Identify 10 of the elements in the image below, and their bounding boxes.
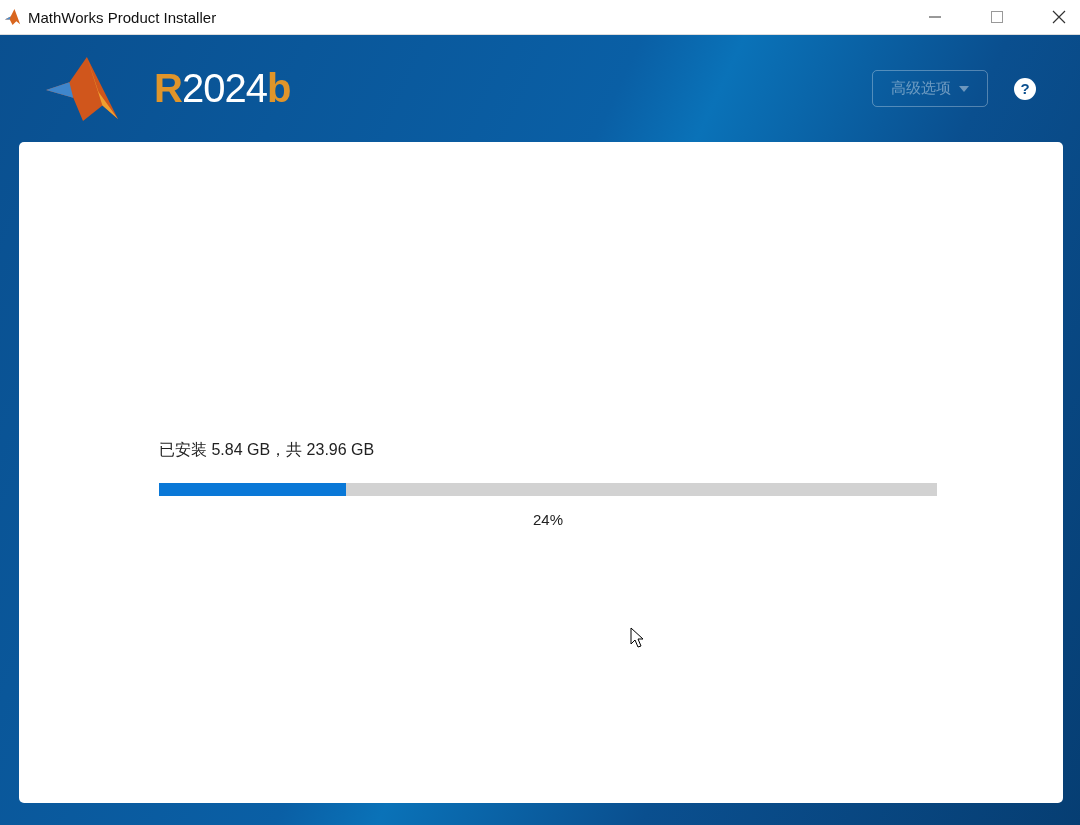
window-title: MathWorks Product Installer <box>28 8 217 26</box>
progress-percent: 24% <box>533 511 563 528</box>
progress-label: 已安装 5.84 GB，共 23.96 GB <box>159 440 376 460</box>
mouse-pointer-icon <box>630 627 644 649</box>
maximize-icon[interactable] <box>990 10 1004 24</box>
release-name: R2024b <box>154 66 291 111</box>
help-button[interactable]: ? <box>1014 77 1036 100</box>
caret-icon <box>959 85 969 92</box>
close-icon[interactable] <box>1052 10 1066 24</box>
membrane-logo-icon <box>4 7 23 27</box>
